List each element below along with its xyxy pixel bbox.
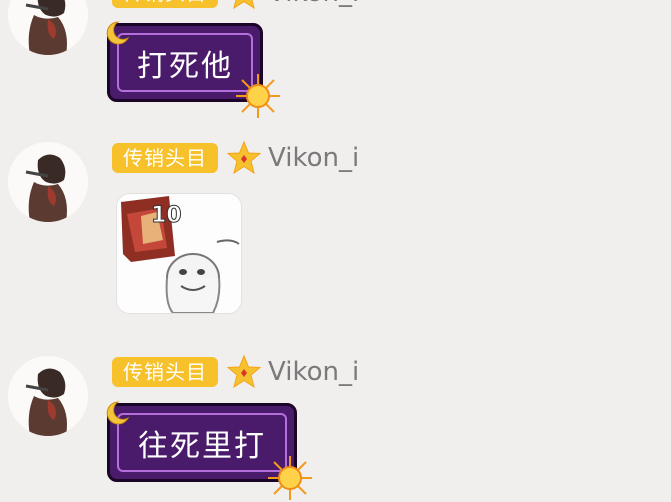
sticker-number: 10	[151, 203, 182, 228]
message-bubble[interactable]: 打死他	[106, 21, 280, 118]
sender-meta: 传销头目 Vikon_i	[112, 354, 359, 390]
image-message[interactable]: 10	[116, 193, 242, 314]
avatar[interactable]	[8, 356, 88, 436]
username[interactable]: Vikon_i	[268, 143, 359, 173]
message-bubble[interactable]: 往死里打	[106, 401, 312, 500]
meme-sticker-image: 10	[117, 194, 241, 313]
moon-icon	[106, 21, 130, 45]
sender-meta: 传销头目 Vikon_i	[112, 140, 359, 176]
star-icon	[226, 0, 262, 11]
title-badge: 传销头目	[112, 0, 218, 8]
title-badge: 传销头目	[112, 143, 218, 173]
sender-meta: 传销头目 Vikon_i	[112, 0, 359, 11]
avatar[interactable]	[8, 0, 88, 55]
sun-icon	[236, 74, 280, 118]
sun-icon	[268, 456, 312, 500]
username[interactable]: Vikon_i	[268, 357, 359, 387]
avatar[interactable]	[8, 142, 88, 222]
star-icon	[226, 354, 262, 390]
title-badge: 传销头目	[112, 357, 218, 387]
username[interactable]: Vikon_i	[268, 0, 359, 8]
star-icon	[226, 140, 262, 176]
moon-icon	[106, 401, 130, 425]
